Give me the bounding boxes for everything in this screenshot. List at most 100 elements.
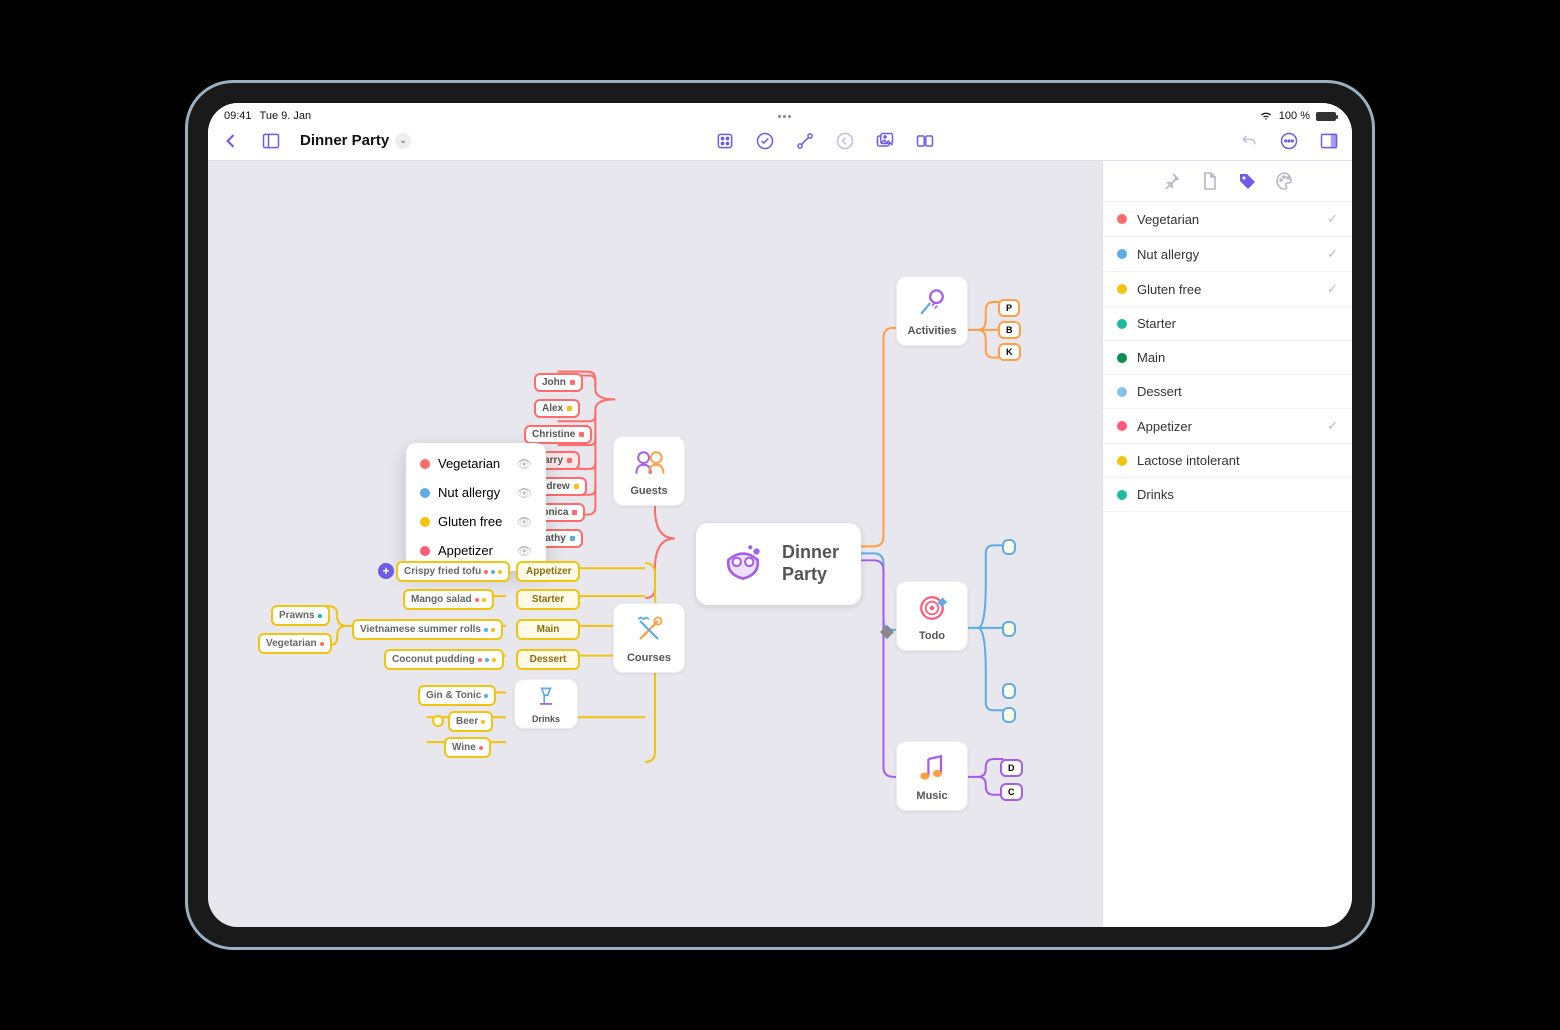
tag-label: Vegetarian	[1137, 212, 1317, 227]
guest-item[interactable]: Alex	[534, 399, 580, 418]
eye-icon[interactable]: 👁	[517, 515, 532, 529]
tag-label: Main	[1137, 350, 1338, 365]
checkmark-circle-icon[interactable]	[754, 130, 776, 152]
pin-tab-icon[interactable]	[1161, 171, 1181, 191]
chevron-down-icon[interactable]: ⌄	[395, 133, 411, 149]
tag-row[interactable]: Main	[1103, 341, 1352, 375]
add-button[interactable]: +	[378, 563, 394, 579]
status-bar: 09:41 Tue 9. Jan 100 %	[208, 103, 1352, 125]
check-icon: ✓	[1327, 281, 1338, 297]
dish-item[interactable]: Vietnamese summer rolls	[352, 619, 503, 640]
tag-row[interactable]: Vegetarian✓	[1103, 202, 1352, 237]
dish-sub-item[interactable]: Vegetarian	[258, 633, 332, 654]
activities-node[interactable]: Activities	[896, 276, 968, 346]
dish-item[interactable]: Crispy fried tofu	[396, 561, 510, 582]
inspector-panel: Vegetarian✓Nut allergy✓Gluten free✓Start…	[1102, 161, 1352, 927]
guest-item[interactable]: John	[534, 373, 583, 392]
undo-icon[interactable]	[1238, 130, 1260, 152]
guest-item[interactable]: Christine	[524, 425, 592, 444]
tag-tab-icon[interactable]	[1237, 171, 1257, 191]
tag-color-dot	[1117, 456, 1127, 466]
music-item[interactable]: C	[1000, 783, 1023, 801]
expand-toggle[interactable]	[880, 625, 894, 639]
tag-color-dot	[1117, 284, 1127, 294]
tag-row[interactable]: Gluten free ✓	[1103, 272, 1352, 307]
course-item[interactable]: Appetizer	[516, 561, 580, 582]
tag-color-dot	[1117, 319, 1127, 329]
mindmap-canvas[interactable]: DinnerParty Guests John Alex Christine L…	[208, 161, 1102, 927]
tag-label: Lactose intolerant	[1137, 453, 1338, 468]
dish-item[interactable]: Wine	[444, 737, 491, 758]
activity-item[interactable]: K	[998, 343, 1021, 361]
dish-sub-item[interactable]: Prawns	[271, 605, 330, 626]
todo-item[interactable]	[1002, 539, 1016, 555]
sidebar-toggle-icon[interactable]	[260, 130, 282, 152]
eye-icon[interactable]: 👁	[517, 457, 532, 471]
tag-row[interactable]: Drinks	[1103, 478, 1352, 512]
status-date: Tue 9. Jan	[260, 110, 312, 122]
back-circle-icon[interactable]	[834, 130, 856, 152]
courses-node[interactable]: Courses	[613, 603, 685, 673]
tag-row[interactable]: Dessert	[1103, 375, 1352, 409]
dish-item[interactable]: Gin & Tonic	[418, 685, 496, 706]
todo-item[interactable]	[1002, 707, 1016, 723]
panel-right-icon[interactable]	[1318, 130, 1340, 152]
layout-icon[interactable]	[914, 130, 936, 152]
tag-color-dot	[1117, 249, 1127, 259]
todo-item[interactable]	[1002, 621, 1016, 637]
popup-item[interactable]: Vegetarian👁	[406, 449, 546, 478]
dish-item[interactable]: Mango salad	[403, 589, 494, 610]
connection-icon[interactable]	[794, 130, 816, 152]
activity-item[interactable]: B	[998, 321, 1021, 339]
more-icon[interactable]	[1278, 130, 1300, 152]
tag-color-dot	[1117, 387, 1127, 397]
check-icon: ✓	[1327, 418, 1338, 434]
tag-label: Dessert	[1137, 384, 1338, 399]
screen: 09:41 Tue 9. Jan 100 % Dinner Party ⌄	[208, 103, 1352, 927]
battery-icon	[1316, 112, 1336, 121]
tag-color-dot	[1117, 353, 1127, 363]
status-time: 09:41	[224, 110, 252, 122]
tag-row[interactable]: Appetizer ✓	[1103, 409, 1352, 444]
eye-icon[interactable]: 👁	[517, 486, 532, 500]
document-tab-icon[interactable]	[1199, 171, 1219, 191]
dish-item[interactable]: Coconut pudding	[384, 649, 504, 670]
music-node[interactable]: Music	[896, 741, 968, 811]
course-item[interactable]: Drinks	[514, 679, 578, 729]
todo-node[interactable]: Todo	[896, 581, 968, 651]
tag-color-dot	[1117, 490, 1127, 500]
tags-popup[interactable]: Vegetarian👁 Nut allergy👁 Gluten free👁 Ap…	[406, 443, 546, 571]
tag-color-dot	[1117, 214, 1127, 224]
center-node[interactable]: DinnerParty	[696, 523, 861, 605]
tag-label: Gluten free	[1137, 282, 1317, 297]
course-item[interactable]: Main	[516, 619, 580, 640]
popup-item[interactable]: Gluten free👁	[406, 507, 546, 536]
wifi-icon	[1259, 111, 1273, 121]
document-title[interactable]: Dinner Party ⌄	[300, 132, 411, 149]
tag-row[interactable]: Nut allergy ✓	[1103, 237, 1352, 272]
back-button[interactable]	[220, 130, 242, 152]
tag-label: Drinks	[1137, 487, 1338, 502]
dish-item[interactable]: Beer	[448, 711, 493, 732]
tag-label: Starter	[1137, 316, 1338, 331]
todo-item[interactable]	[1002, 683, 1016, 699]
eye-icon[interactable]: 👁	[517, 544, 532, 558]
check-icon: ✓	[1327, 246, 1338, 262]
tag-row[interactable]: Lactose intolerant	[1103, 444, 1352, 478]
tag-label: Nut allergy	[1137, 247, 1317, 262]
palette-tab-icon[interactable]	[1275, 171, 1295, 191]
collapse-toggle[interactable]	[432, 715, 444, 727]
popup-item[interactable]: Nut allergy👁	[406, 478, 546, 507]
images-icon[interactable]	[874, 130, 896, 152]
tablet-frame: 09:41 Tue 9. Jan 100 % Dinner Party ⌄	[185, 80, 1375, 950]
activity-item[interactable]: P	[998, 299, 1020, 317]
tag-row[interactable]: Starter	[1103, 307, 1352, 341]
course-item[interactable]: Starter	[516, 589, 580, 610]
tag-label: Appetizer	[1137, 419, 1317, 434]
guests-node[interactable]: Guests	[613, 436, 685, 506]
tag-color-dot	[1117, 421, 1127, 431]
music-item[interactable]: D	[1000, 759, 1023, 777]
dice-icon[interactable]	[714, 130, 736, 152]
course-item[interactable]: Dessert	[516, 649, 580, 670]
battery-percent: 100 %	[1279, 110, 1310, 122]
